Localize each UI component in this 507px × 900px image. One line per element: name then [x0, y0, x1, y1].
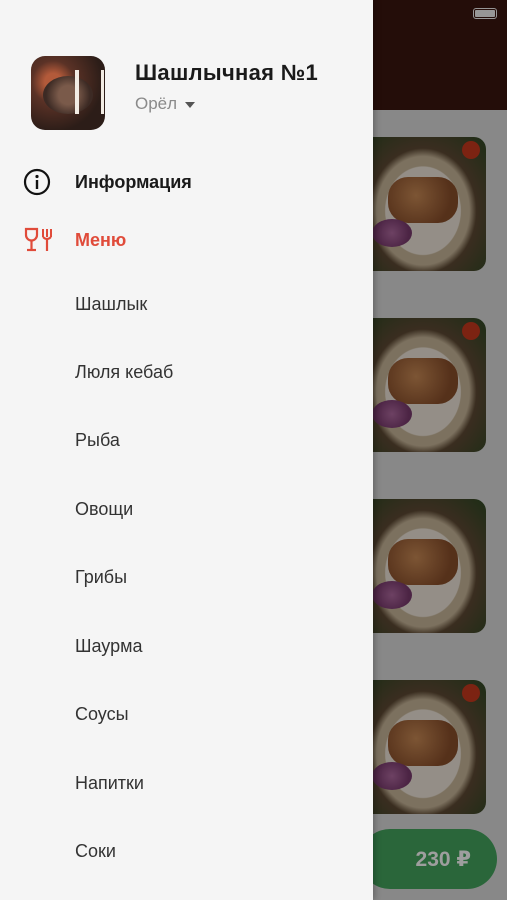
nav-item-info-label: Информация: [75, 171, 192, 192]
menu-category-item[interactable]: Шашлык: [0, 282, 373, 326]
menu-category-label: Напитки: [75, 772, 144, 793]
restaurant-name: Шашлычная №1: [135, 60, 319, 85]
menu-category-item[interactable]: Напитки: [0, 761, 373, 805]
menu-category-label: Шаурма: [75, 635, 143, 656]
info-circle-icon: [23, 168, 51, 196]
menu-category-label: Шашлык: [75, 293, 148, 314]
menu-category-label: Соки: [75, 840, 116, 861]
menu-category-label: Люля кебаб: [75, 361, 174, 382]
nav-item-menu-label: Меню: [75, 229, 127, 250]
menu-category-item[interactable]: Овощи: [0, 487, 373, 531]
city-label: Орёл: [135, 94, 178, 113]
menu-category-label: Соусы: [75, 703, 129, 724]
restaurant-logo: [31, 56, 105, 130]
menu-category-label: Рыба: [75, 429, 120, 450]
glass-fork-icon: [24, 227, 52, 252]
nav-item-info[interactable]: Информация: [0, 160, 373, 204]
menu-category-item[interactable]: Люля кебаб: [0, 350, 373, 394]
menu-category-label: Овощи: [75, 498, 134, 519]
menu-category-label: Грибы: [75, 566, 128, 587]
menu-category-item[interactable]: Соусы: [0, 692, 373, 736]
menu-category-item[interactable]: Рыба: [0, 418, 373, 462]
city-selector[interactable]: Орёл: [135, 94, 196, 114]
menu-category-item[interactable]: Грибы: [0, 555, 373, 599]
menu-category-item[interactable]: Соки: [0, 829, 373, 873]
navigation-drawer: Шашлычная №1 Орёл Информация Меню Шашлык…: [0, 0, 373, 900]
nav-item-menu[interactable]: Меню: [0, 218, 373, 262]
caret-down-icon: [185, 102, 196, 108]
menu-category-item[interactable]: Шаурма: [0, 624, 373, 668]
